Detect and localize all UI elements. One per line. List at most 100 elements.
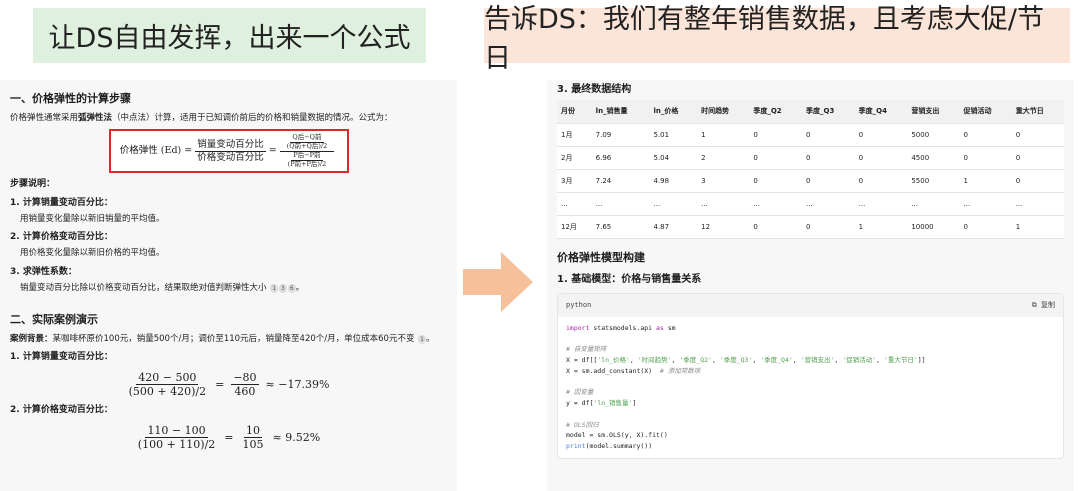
code-token: import	[566, 324, 590, 333]
code-token: as	[656, 324, 664, 333]
column-header: 季度_Q4	[854, 100, 908, 124]
right-chat-panel: 3. 最终数据结构 月份 ln_销售量 ln_价格 时间趋势 季度_Q2 季度_…	[547, 80, 1074, 491]
column-header: 季度_Q3	[802, 100, 855, 124]
table-cell: 7.24	[591, 169, 650, 193]
table-header-row: 月份 ln_销售量 ln_价格 时间趋势 季度_Q2 季度_Q3 季度_Q4 营…	[557, 100, 1064, 124]
calc-1-den2: 460	[234, 385, 256, 399]
calc-2-title: 2. 计算价格变动百分比：	[10, 405, 113, 416]
code-token: ]]	[917, 356, 926, 365]
right-banner: 告诉DS：我们有整年销售数据，且考虑大促/节日	[484, 4, 1070, 74]
calc-1-num2: −80	[231, 370, 259, 386]
table-cell: 0	[802, 215, 855, 239]
section-2-title: 二、实际案例演示	[10, 312, 98, 326]
code-token: statsmodels.api	[589, 324, 657, 333]
table-cell: 1月	[557, 123, 592, 147]
column-header: ln_价格	[649, 100, 698, 124]
code-string: '时间趋势'	[637, 356, 672, 365]
code-token: X = df[[	[566, 356, 598, 365]
code-string: '季度_Q2'	[679, 356, 712, 365]
calc-2-den: (100 + 110)/2	[137, 438, 216, 452]
right-arrow-icon	[463, 252, 533, 312]
table-cell: ...	[907, 192, 960, 216]
intro-bold: 弧弹性法	[78, 113, 113, 124]
table-cell: 1	[697, 123, 750, 147]
code-token: ,	[711, 356, 720, 365]
formula-p-part: P后−P前 (P前+P后)/2	[281, 151, 334, 169]
table-cell: 3	[697, 169, 750, 193]
code-string: '季度_Q4'	[760, 356, 793, 365]
calc-2-num: 110 − 100	[145, 424, 208, 439]
table-cell: 0	[854, 146, 908, 170]
table-row: 1月 7.09 5.01 1 0 0 0 5000 0 0	[557, 123, 1064, 147]
left-banner: 让DS自由发挥，出来一个公式	[33, 8, 426, 63]
section-3-title: 3. 最终数据结构	[557, 84, 632, 95]
code-token: X = sm.add_constant(X)	[566, 366, 660, 375]
table-cell: 4.98	[649, 169, 698, 193]
section-1-title: 一、价格弹性的计算步骤	[10, 92, 131, 105]
table-cell: ...	[1011, 192, 1064, 216]
data-structure-table: 月份 ln_销售量 ln_价格 时间趋势 季度_Q2 季度_Q3 季度_Q4 营…	[557, 100, 1064, 239]
table-cell: ...	[557, 192, 592, 216]
formula-lhs: 价格弹性 (Ed) =	[119, 144, 193, 156]
code-string: 'ln_销售量'	[593, 399, 633, 408]
code-string: '季度_Q3'	[719, 356, 753, 365]
column-header: 营销支出	[907, 100, 960, 124]
left-chat-panel: 一、价格弹性的计算步骤 价格弹性通常采用弧弹性法（中点法）计算，适用于已知调价前…	[0, 80, 457, 491]
code-language-label: python	[566, 300, 592, 309]
step-1-desc: 用销量变化量除以新旧销量的平均值。	[20, 214, 165, 225]
copy-button[interactable]: ⧉ 复制	[1032, 300, 1055, 312]
table-cell: 0	[1011, 169, 1064, 193]
calc-2-den2: 105	[242, 438, 264, 452]
table-cell: 2月	[557, 146, 592, 170]
step-1-title: 1. 计算销量变动百分比：	[10, 198, 113, 209]
table-cell: 1	[854, 215, 908, 239]
column-header: ln_销售量	[591, 100, 650, 124]
code-string: '营销支出'	[800, 356, 835, 365]
code-token: ,	[752, 356, 761, 365]
code-token: sm	[663, 324, 676, 333]
code-token: (model.summary())	[585, 441, 653, 450]
code-token: ,	[629, 356, 638, 365]
code-token: ,	[792, 356, 801, 365]
citation-badge[interactable]: 1	[270, 283, 279, 293]
calc-2-num2: 10	[244, 424, 263, 439]
formula-fraction-2: Q后−Q前 (Q前+Q后)/2 P后−P前 (P前+P后)/2	[279, 133, 335, 169]
step-2-desc: 用价格变化量除以新旧价格的平均值。	[20, 248, 165, 259]
copy-icon: ⧉	[1031, 300, 1037, 309]
code-comment: # 自变量矩阵	[566, 345, 607, 354]
table-cell: 0	[1011, 146, 1064, 170]
calc-1-num: 420 − 500	[136, 370, 199, 386]
step-3-desc: 销量变动百分比除以价格变动百分比，结果取绝对值判断弹性大小	[20, 282, 267, 293]
table-cell: ...	[749, 192, 803, 216]
citation-badge[interactable]: 3	[279, 283, 287, 293]
intro-pre: 价格弹性通常采用	[10, 113, 79, 124]
copy-label: 复制	[1041, 300, 1055, 309]
code-comment: # OLS回归	[566, 420, 599, 429]
citation-badge[interactable]: 1	[418, 334, 426, 345]
calc-1-frac-b: −80 460	[231, 370, 259, 399]
table-cell: 5.04	[649, 146, 698, 170]
citation-badge[interactable]: 6	[287, 283, 296, 293]
case-text: 某咖啡杯原价100元，销量500个/月；调价至110元后，销量降至420个/月，…	[52, 333, 415, 344]
code-content: import statsmodels.api as sm # 自变量矩阵 X =…	[558, 317, 1063, 458]
table-cell: 0	[959, 215, 1012, 239]
code-token: ,	[876, 356, 884, 365]
q-den: (Q前+Q后)/2	[286, 142, 328, 151]
code-string: 'ln_价格'	[597, 356, 630, 365]
elasticity-formula-highlight: 价格弹性 (Ed) = 销量变动百分比 价格变动百分比 = Q后−Q前 (Q前+…	[108, 129, 349, 174]
step-3-title: 3. 求弹性系数：	[10, 266, 77, 277]
intro-post: （中点法）计算，适用于已知调价前后的价格和销量数据的情况。公式为：	[112, 113, 393, 124]
table-cell: 5000	[907, 123, 960, 147]
code-token: model = sm.OLS(y, X).fit()	[566, 431, 668, 440]
table-cell: 6.96	[591, 146, 650, 170]
equals-sign: =	[224, 431, 234, 445]
step-3-desc-row: 销量变动百分比除以价格变动百分比，结果取绝对值判断弹性大小 1 3 6。	[20, 282, 305, 293]
code-string: '促销活动'	[842, 356, 877, 365]
table-cell: ...	[649, 192, 698, 216]
table-cell: 0	[749, 123, 803, 147]
table-cell: 0	[749, 169, 803, 193]
table-cell: 0	[1011, 123, 1064, 147]
p-fraction: P后−P前 (P前+P后)/2	[286, 151, 329, 169]
intro-text: 价格弹性通常采用弧弹性法（中点法）计算，适用于已知调价前后的价格和销量数据的情况…	[10, 112, 447, 125]
table-cell: ...	[802, 192, 855, 216]
